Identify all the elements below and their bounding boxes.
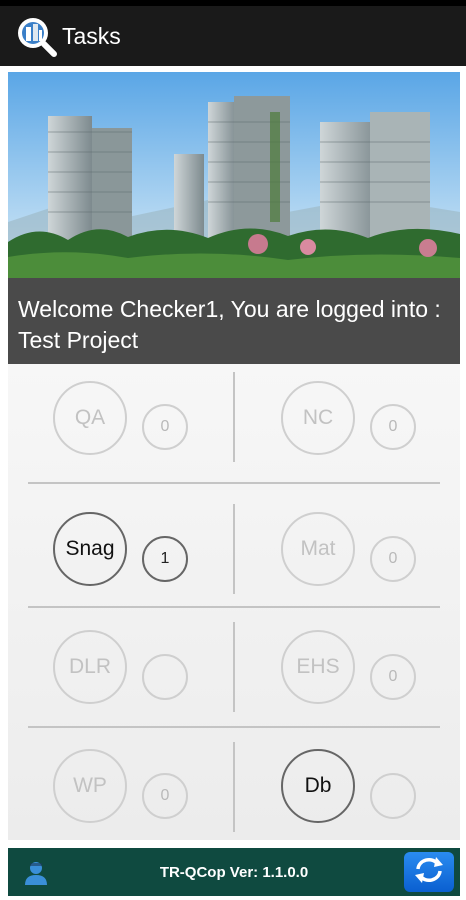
task-dlr-count — [142, 654, 188, 700]
task-db-button[interactable]: Db — [281, 749, 355, 823]
task-wp-count: 0 — [142, 773, 188, 819]
search-building-logo-icon — [14, 14, 58, 58]
task-nc-button[interactable]: NC — [281, 381, 355, 455]
building-towers-photo — [8, 72, 460, 278]
welcome-text: Welcome Checker1, You are logged into : … — [18, 296, 441, 353]
divider-vertical — [233, 372, 235, 462]
task-qa-count: 0 — [142, 404, 188, 450]
task-wp-button[interactable]: WP — [53, 749, 127, 823]
task-mat-button[interactable]: Mat — [281, 512, 355, 586]
task-snag-count: 1 — [142, 536, 188, 582]
user-icon[interactable] — [24, 860, 48, 886]
refresh-icon — [412, 855, 446, 890]
task-snag-button[interactable]: Snag — [53, 512, 127, 586]
page-title: Tasks — [62, 22, 121, 49]
task-mat-count: 0 — [370, 536, 416, 582]
welcome-banner: Welcome Checker1, You are logged into : … — [8, 72, 460, 364]
version-label: TR-QCop Ver: 1.1.0.0 — [159, 863, 309, 881]
divider-vertical — [233, 504, 235, 594]
task-dlr-button[interactable]: DLR — [53, 630, 127, 704]
divider-horizontal — [28, 606, 440, 608]
refresh-button[interactable] — [404, 852, 454, 892]
task-db-count — [370, 773, 416, 819]
task-nc-count: 0 — [370, 404, 416, 450]
divider-vertical — [233, 742, 235, 832]
task-grid: QA 0 NC 0 Snag 1 Mat 0 DLR EHS 0 WP 0 Db — [8, 364, 460, 840]
divider-horizontal — [28, 482, 440, 484]
divider-horizontal — [28, 726, 440, 728]
task-qa-button[interactable]: QA — [53, 381, 127, 455]
task-ehs-count: 0 — [370, 654, 416, 700]
footer-bar: TR-QCop Ver: 1.1.0.0 — [8, 848, 460, 896]
task-ehs-button[interactable]: EHS — [281, 630, 355, 704]
divider-vertical — [233, 622, 235, 712]
app-bar: Tasks — [0, 6, 466, 66]
